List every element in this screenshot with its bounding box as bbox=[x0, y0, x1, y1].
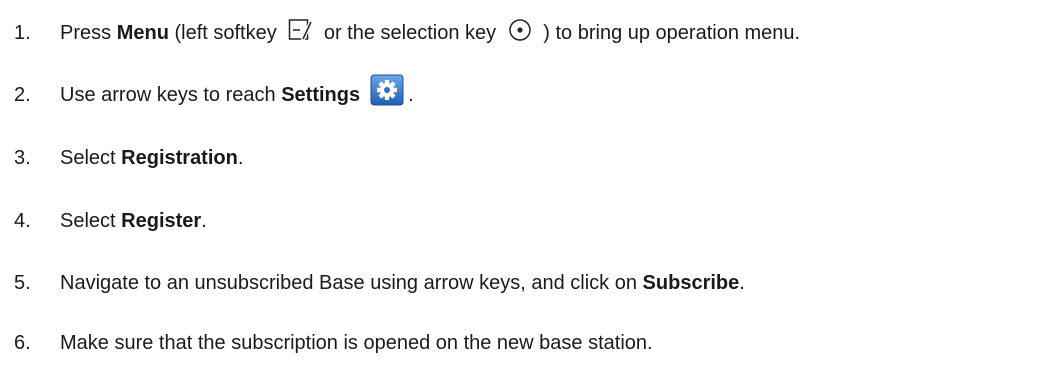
step-text: Make sure that the subscription is opene… bbox=[60, 331, 653, 354]
menu-keyword: Menu bbox=[116, 21, 169, 44]
registration-keyword: Registration bbox=[121, 146, 238, 169]
step-number: 6. bbox=[14, 331, 31, 354]
subscribe-keyword: Subscribe bbox=[642, 271, 740, 294]
step-number: 5. bbox=[14, 271, 31, 294]
step-5: 5. Navigate to an unsubscribed Base usin… bbox=[0, 263, 745, 303]
step-1: 1. Press Menu (left softkey or the selec… bbox=[0, 13, 800, 53]
step-text: Press bbox=[60, 21, 117, 44]
left-softkey-icon bbox=[288, 18, 314, 48]
step-6: 6. Make sure that the subscription is op… bbox=[0, 323, 653, 363]
step-number: 2. bbox=[14, 83, 31, 106]
step-text: or the selection key bbox=[318, 21, 502, 44]
step-text: (left softkey bbox=[168, 21, 283, 44]
step-text: Use arrow keys to reach bbox=[60, 83, 282, 106]
step-text: ) to bring up operation menu. bbox=[537, 21, 801, 44]
step-3: 3. Select Registration . bbox=[0, 138, 243, 178]
step-4: 4. Select Register . bbox=[0, 201, 207, 241]
step-2: 2. Use arrow keys to reach Settings . bbox=[0, 74, 414, 115]
step-text: Select bbox=[60, 146, 122, 169]
step-number: 4. bbox=[14, 209, 31, 232]
step-text: Navigate to an unsubscribed Base using a… bbox=[60, 271, 643, 294]
step-text: . bbox=[408, 83, 414, 106]
step-number: 1. bbox=[14, 21, 31, 44]
selection-key-icon bbox=[508, 18, 532, 48]
step-text: . bbox=[201, 209, 207, 232]
step-text: Select bbox=[60, 209, 122, 232]
settings-gear-icon bbox=[370, 74, 404, 112]
step-number: 3. bbox=[14, 146, 31, 169]
step-text: . bbox=[739, 271, 745, 294]
settings-keyword: Settings bbox=[281, 83, 361, 106]
register-keyword: Register bbox=[121, 209, 202, 232]
step-text: . bbox=[237, 146, 244, 169]
